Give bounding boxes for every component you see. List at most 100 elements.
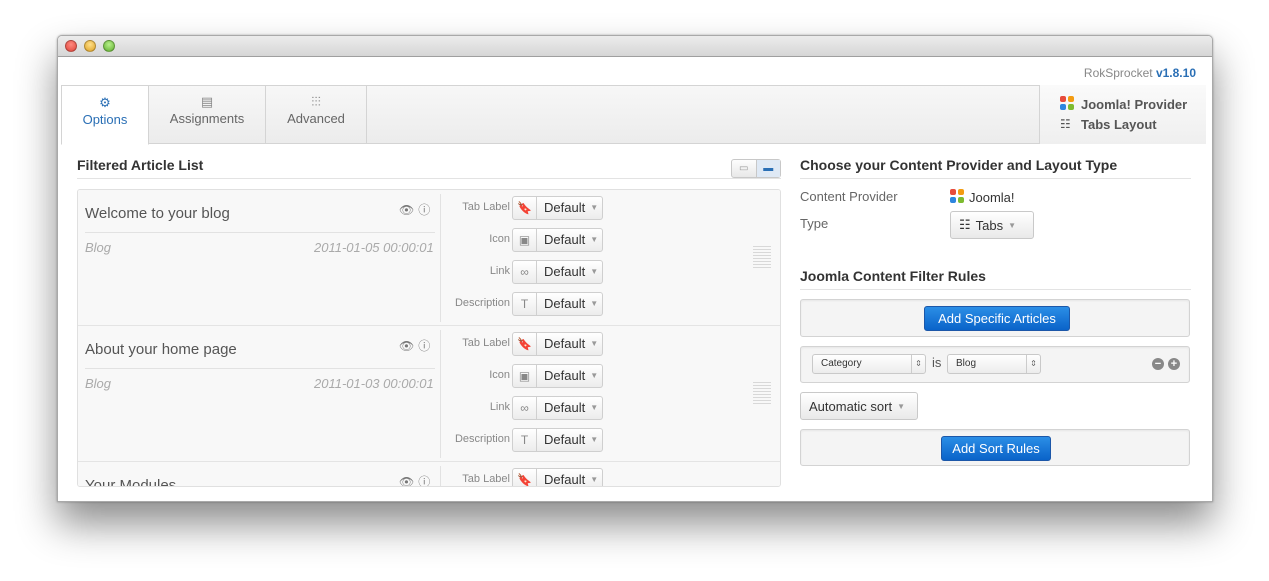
icon-field: Icon ▣ Default ▼ xyxy=(442,228,704,252)
bookmark-icon: 🔖 xyxy=(513,197,537,219)
add-specific-articles-button[interactable]: Add Specific Articles xyxy=(924,306,1070,331)
article-date: 2011-01-03 00:00:01 xyxy=(314,376,434,391)
tab-label-select[interactable]: 🔖 Default ▼ xyxy=(512,468,603,486)
tab-label-select[interactable]: 🔖 Default ▼ xyxy=(512,332,603,356)
tab-assignments[interactable]: ▤ Assignments xyxy=(149,85,266,144)
list-item: Welcome to your blog 👁ⓘ Blog 2011-01-05 … xyxy=(78,190,780,326)
chevron-down-icon: ▼ xyxy=(590,475,599,484)
icon-field: Icon ▣ Default ▼ xyxy=(442,364,704,388)
expanded-view-icon[interactable]: ▬ xyxy=(755,160,780,177)
link-select[interactable]: ∞ Default ▼ xyxy=(512,260,603,284)
app-window: RokSprocket v1.8.10 ⚙ Options ▤ Assignme… xyxy=(57,35,1213,502)
field-label: Icon xyxy=(489,369,510,381)
field-label: Tab Label xyxy=(462,337,510,349)
stepper-arrows-icon: ⇕ xyxy=(1026,355,1040,373)
info-icon[interactable]: ⓘ xyxy=(418,475,434,486)
rule-operator: is xyxy=(932,355,942,370)
app-version: v1.8.10 xyxy=(1155,66,1196,80)
article-list-panel: Filtered Article List ▭ ▬ Welcome to you… xyxy=(77,157,781,487)
chevron-down-icon: ▼ xyxy=(590,403,599,412)
add-rule-icon[interactable]: + xyxy=(1168,358,1180,370)
stepper-arrows-icon: ⇕ xyxy=(911,355,925,373)
filter-rule-row: Category ⇕ is Blog ⇕ − + xyxy=(800,346,1190,383)
specific-articles-well: Add Specific Articles xyxy=(800,299,1190,337)
list-item: Your Modules 👁ⓘ Tab Label 🔖 Default ▼ xyxy=(78,462,780,486)
list-item: About your home page 👁ⓘ Blog 2011-01-03 … xyxy=(78,326,780,462)
description-field: Description T Default ▼ xyxy=(442,428,704,452)
tabs-layout-icon: ☷ xyxy=(959,217,971,232)
zoom-window-button[interactable] xyxy=(103,40,115,52)
preview-icon[interactable]: 👁 xyxy=(399,203,418,217)
type-dropdown[interactable]: ☷ Tabs ▼ xyxy=(950,211,1034,239)
sort-dropdown[interactable]: Automatic sort ▼ xyxy=(800,392,918,420)
tab-label-field: Tab Label 🔖 Default ▼ xyxy=(442,332,704,356)
provider-summary: Joomla! Provider ☷ Tabs Layout xyxy=(1039,85,1206,144)
provider-name: Joomla! Provider xyxy=(1081,96,1188,112)
icon-select[interactable]: ▣ Default ▼ xyxy=(512,364,603,388)
joomla-icon xyxy=(950,189,964,206)
field-label: Icon xyxy=(489,233,510,245)
field-label: Description xyxy=(454,433,510,445)
provider-panel: Choose your Content Provider and Layout … xyxy=(800,157,1191,466)
info-icon[interactable]: ⓘ xyxy=(418,339,434,353)
add-sort-rules-button[interactable]: Add Sort Rules xyxy=(941,436,1051,461)
provider-section-title: Choose your Content Provider and Layout … xyxy=(800,157,1191,179)
tab-bar: ⚙ Options ▤ Assignments ⫶⫶⫶ Advanced Joo… xyxy=(61,85,1206,145)
field-label: Link xyxy=(489,265,510,277)
minimize-window-button[interactable] xyxy=(84,40,96,52)
description-select[interactable]: T Default ▼ xyxy=(512,428,603,452)
rule-value-select[interactable]: Blog ⇕ xyxy=(947,354,1041,374)
preview-icon[interactable]: 👁 xyxy=(399,339,418,353)
joomla-icon xyxy=(1060,95,1076,113)
article-title: About your home page xyxy=(85,341,237,358)
chevron-down-icon: ▼ xyxy=(590,371,599,380)
article-category: Blog xyxy=(85,376,112,391)
provider-value: Joomla! xyxy=(950,189,1015,206)
field-label: Description xyxy=(454,297,510,309)
link-field: Link ∞ Default ▼ xyxy=(442,260,704,284)
tab-label-select[interactable]: 🔖 Default ▼ xyxy=(512,196,603,220)
link-icon: ∞ xyxy=(513,261,537,283)
icon-select[interactable]: ▣ Default ▼ xyxy=(512,228,603,252)
link-field: Link ∞ Default ▼ xyxy=(442,396,704,420)
close-window-button[interactable] xyxy=(65,40,77,52)
tab-advanced[interactable]: ⫶⫶⫶ Advanced xyxy=(266,85,367,144)
chevron-down-icon: ▼ xyxy=(590,435,599,444)
tab-label: Assignments xyxy=(169,111,245,126)
chevron-down-icon: ▼ xyxy=(590,299,599,308)
description-select[interactable]: T Default ▼ xyxy=(512,292,603,316)
article-category: Blog xyxy=(85,240,112,255)
tab-options[interactable]: ⚙ Options xyxy=(61,85,149,145)
assignments-icon: ▤ xyxy=(200,94,214,109)
drag-handle[interactable] xyxy=(753,246,771,270)
preview-icon[interactable]: 👁 xyxy=(399,475,418,486)
app-name: RokSprocket xyxy=(1083,66,1153,80)
section-title: Filtered Article List xyxy=(77,157,781,179)
link-icon: ∞ xyxy=(513,397,537,419)
layout-name: Tabs Layout xyxy=(1081,116,1157,132)
chevron-down-icon: ▼ xyxy=(590,203,599,212)
chevron-down-icon: ▼ xyxy=(897,401,906,411)
rule-field-select[interactable]: Category ⇕ xyxy=(812,354,926,374)
tab-label: Advanced xyxy=(287,111,345,126)
chevron-down-icon: ▼ xyxy=(590,235,599,244)
remove-rule-icon[interactable]: − xyxy=(1152,358,1164,370)
view-toggle[interactable]: ▭ ▬ xyxy=(731,159,781,178)
article-title: Welcome to your blog xyxy=(85,205,230,222)
image-icon: ▣ xyxy=(513,365,537,387)
sliders-icon: ⫶⫶⫶ xyxy=(311,94,321,109)
field-label: Link xyxy=(489,401,510,413)
collapsed-view-icon[interactable]: ▭ xyxy=(732,160,756,177)
version-label: RokSprocket v1.8.10 xyxy=(1084,66,1196,80)
sort-rules-well: Add Sort Rules xyxy=(800,429,1190,466)
link-select[interactable]: ∞ Default ▼ xyxy=(512,396,603,420)
chevron-down-icon: ▼ xyxy=(590,339,599,348)
info-icon[interactable]: ⓘ xyxy=(418,203,434,217)
tab-label: Options xyxy=(82,112,128,127)
drag-handle[interactable] xyxy=(753,382,771,406)
type-label: Type xyxy=(800,216,829,231)
text-icon: T xyxy=(513,429,537,451)
type-select-wrap: ☷ Tabs ▼ xyxy=(950,211,1034,239)
bookmark-icon: 🔖 xyxy=(513,469,537,486)
chevron-down-icon: ▼ xyxy=(590,267,599,276)
